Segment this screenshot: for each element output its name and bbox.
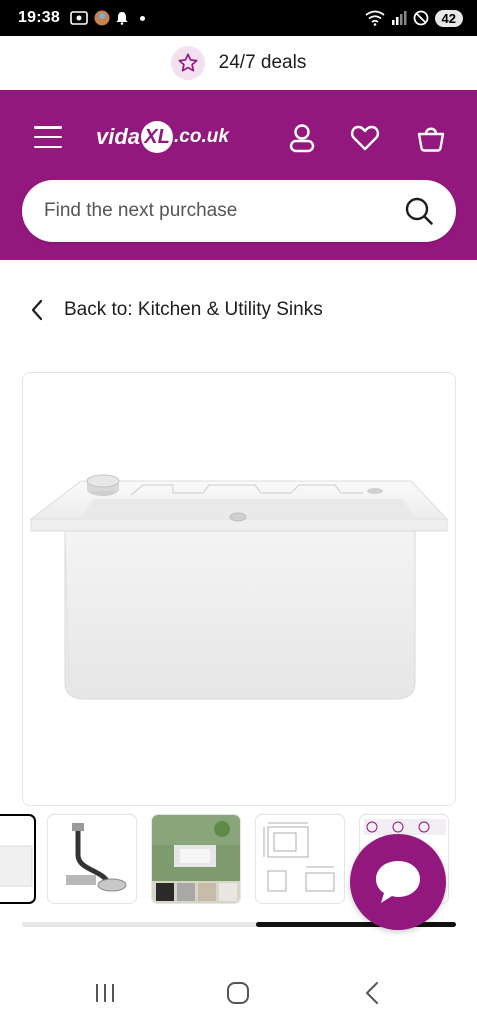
white-granite-kitchen-sink-image (29, 474, 449, 700)
search-input[interactable] (44, 200, 404, 222)
basket-icon[interactable] (415, 122, 447, 154)
breadcrumb-back-link[interactable]: Back to: Kitchen & Utility Sinks (30, 294, 323, 326)
home-icon[interactable] (223, 978, 253, 1008)
dnd-icon (413, 10, 428, 26)
thumbnail-2[interactable] (47, 814, 137, 904)
signal-icon (391, 11, 407, 25)
deals-banner[interactable]: 24/7 deals (0, 36, 477, 90)
logo-suffix: .co.uk (174, 126, 229, 147)
search-icon[interactable] (404, 196, 434, 226)
search-bar (22, 180, 456, 242)
avatar-icon (94, 10, 110, 26)
status-notification-icons (70, 10, 145, 26)
system-nav-bar (0, 960, 477, 1024)
recent-apps-icon[interactable] (90, 978, 120, 1008)
screenshot-icon (70, 11, 88, 25)
wishlist-heart-icon[interactable] (349, 122, 381, 154)
product-page: 19:38 42 24/7 deals vida XL .co.uk Find … (0, 0, 477, 1024)
battery-level: 42 (434, 9, 463, 27)
status-bar: 19:38 42 (0, 0, 477, 36)
chat-button[interactable] (350, 834, 446, 930)
back-icon[interactable] (358, 978, 388, 1008)
thumbnail-1[interactable] (0, 814, 36, 904)
notification-bell-icon (116, 12, 128, 25)
product-main-image[interactable] (22, 372, 456, 806)
logo-prefix: vida (96, 124, 141, 149)
thumbnail-scrollbar-thumb[interactable] (256, 922, 456, 927)
chat-bubble-icon (376, 861, 420, 903)
chevron-left-icon (31, 299, 43, 321)
breadcrumb-text: Back to: Kitchen & Utility Sinks (64, 299, 323, 320)
deals-text: 24/7 deals (218, 52, 307, 73)
site-logo[interactable]: vida XL .co.uk (96, 120, 229, 154)
wifi-icon (364, 10, 385, 26)
site-header: vida XL .co.uk (0, 90, 477, 260)
menu-icon[interactable] (34, 126, 62, 148)
header-toolbar: vida XL .co.uk (0, 108, 477, 164)
star-icon (170, 46, 205, 80)
status-system-icons: 42 (364, 9, 463, 27)
thumbnail-4[interactable] (255, 814, 345, 904)
account-icon[interactable] (286, 122, 318, 154)
status-dot (139, 15, 145, 21)
status-time: 19:38 (18, 9, 60, 26)
logo-mark: XL (141, 121, 174, 153)
thumbnail-3[interactable] (151, 814, 241, 904)
